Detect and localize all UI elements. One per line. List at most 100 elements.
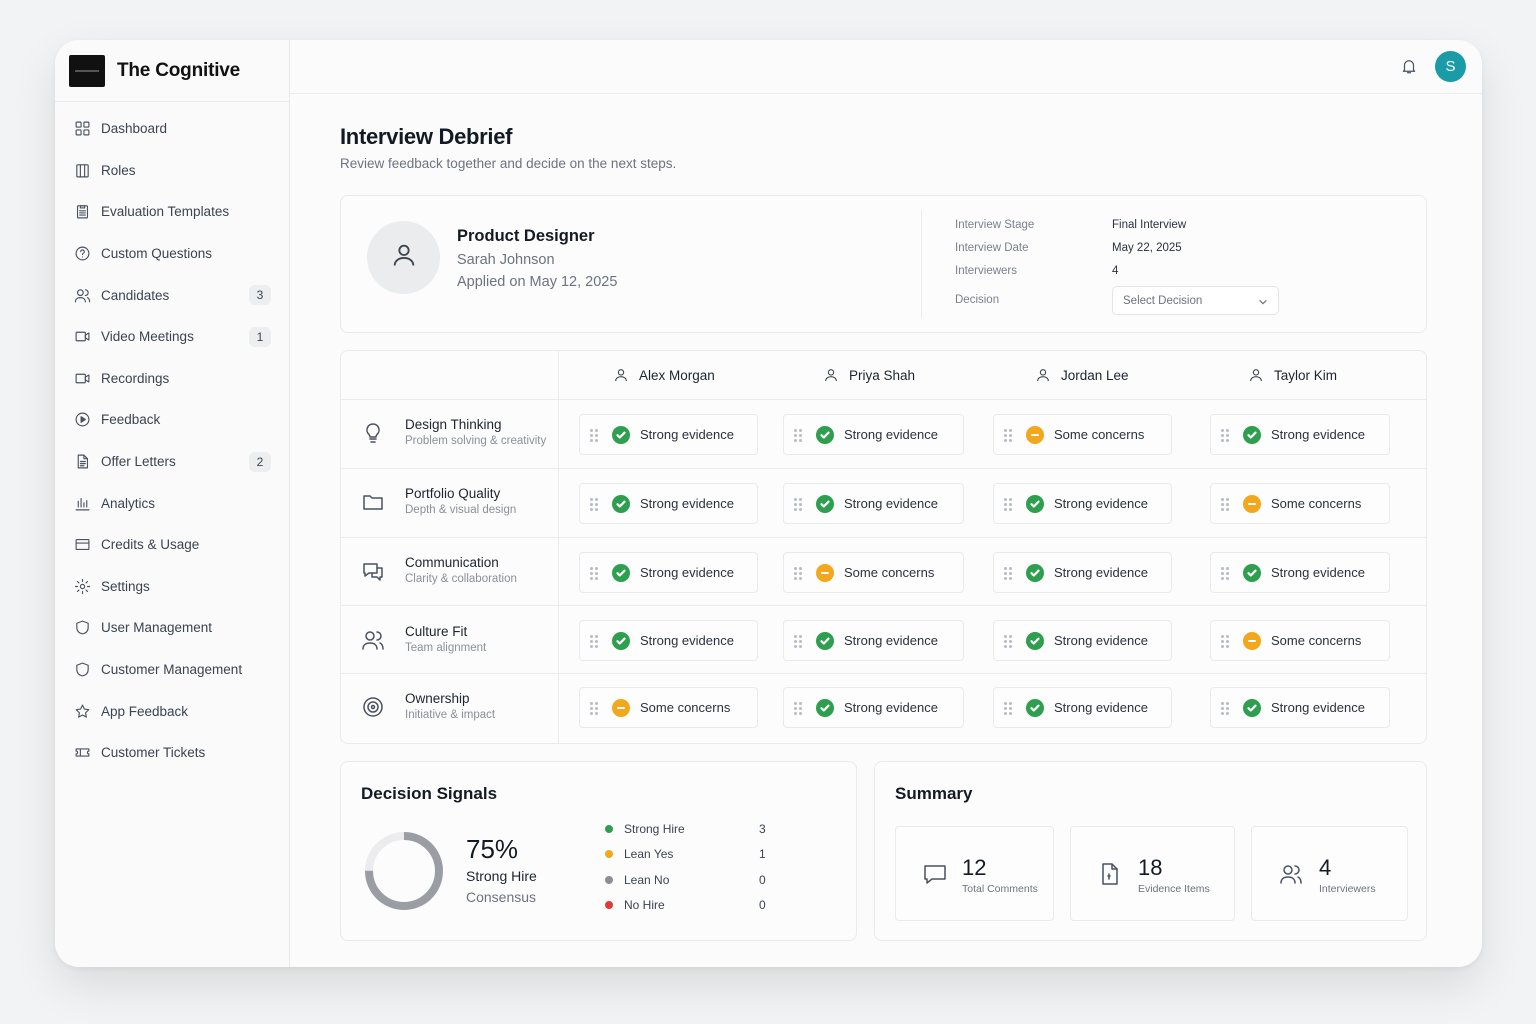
rating-cell[interactable]: Strong evidence bbox=[993, 552, 1172, 593]
sidebar-item-offer-letters[interactable]: Offer Letters 2 bbox=[55, 441, 289, 483]
rating-cell[interactable]: Strong evidence bbox=[993, 483, 1172, 524]
drag-handle-icon[interactable] bbox=[794, 566, 802, 580]
rating-cell[interactable]: Strong evidence bbox=[579, 620, 758, 661]
sidebar-item-dashboard[interactable]: Dashboard bbox=[55, 108, 289, 150]
count-badge: 1 bbox=[249, 326, 271, 347]
divider bbox=[341, 399, 1426, 400]
document-icon bbox=[73, 453, 91, 471]
drag-handle-icon[interactable] bbox=[794, 634, 802, 648]
drag-handle-icon[interactable] bbox=[1221, 634, 1229, 648]
check-icon bbox=[1243, 563, 1261, 582]
rating-cell[interactable]: Strong evidence bbox=[993, 620, 1172, 661]
interviewer-name: Jordan Lee bbox=[1061, 367, 1129, 383]
drag-handle-icon[interactable] bbox=[1004, 634, 1012, 648]
roles-icon bbox=[73, 161, 91, 179]
drag-handle-icon[interactable] bbox=[794, 428, 802, 442]
sidebar-item-analytics[interactable]: Analytics bbox=[55, 482, 289, 524]
stat-label: Interviewers bbox=[1319, 883, 1376, 895]
drag-handle-icon[interactable] bbox=[794, 701, 802, 715]
rating-cell[interactable]: Strong evidence bbox=[1210, 414, 1390, 455]
drag-handle-icon[interactable] bbox=[1004, 497, 1012, 511]
sidebar-item-video-meetings[interactable]: Video Meetings 1 bbox=[55, 316, 289, 358]
person-icon bbox=[825, 369, 837, 382]
criterion-subtitle: Team alignment bbox=[405, 642, 487, 654]
sidebar-item-label: Dashboard bbox=[101, 121, 168, 137]
drag-handle-icon[interactable] bbox=[590, 566, 598, 580]
rating-cell[interactable]: Strong evidence bbox=[1210, 552, 1390, 593]
sidebar-item-customer-management[interactable]: Customer Management bbox=[55, 649, 289, 691]
person-icon bbox=[1250, 369, 1262, 382]
sidebar-item-user-management[interactable]: User Management bbox=[55, 607, 289, 649]
check-icon bbox=[1243, 698, 1261, 717]
section-title: Decision Signals bbox=[361, 784, 498, 803]
rating-cell[interactable]: Strong evidence bbox=[579, 483, 758, 524]
drag-handle-icon[interactable] bbox=[1221, 428, 1229, 442]
sidebar-item-label: Custom Questions bbox=[101, 246, 213, 262]
rating-cell[interactable]: Strong evidence bbox=[783, 687, 964, 728]
sidebar-item-recordings[interactable]: Recordings bbox=[55, 358, 289, 400]
sidebar-item-custom-questions[interactable]: Custom Questions bbox=[55, 233, 289, 275]
rating-cell[interactable]: Strong evidence bbox=[783, 483, 964, 524]
sidebar-item-roles[interactable]: Roles bbox=[55, 150, 289, 192]
rating-cell[interactable]: Strong evidence bbox=[993, 687, 1172, 728]
drag-handle-icon[interactable] bbox=[590, 497, 598, 511]
drag-handle-icon[interactable] bbox=[1221, 497, 1229, 511]
drag-handle-icon[interactable] bbox=[794, 497, 802, 511]
drag-handle-icon[interactable] bbox=[590, 428, 598, 442]
bell-icon[interactable] bbox=[1400, 57, 1418, 75]
rating-cell[interactable]: Some concerns bbox=[1210, 620, 1390, 661]
sidebar-item-label: Recordings bbox=[101, 370, 170, 386]
check-icon bbox=[1026, 631, 1044, 650]
rating-label: Strong evidence bbox=[1054, 633, 1148, 648]
drag-handle-icon[interactable] bbox=[1004, 566, 1012, 580]
sidebar-item-candidates[interactable]: Candidates 3 bbox=[55, 274, 289, 316]
topbar: S bbox=[290, 40, 1482, 94]
rating-label: Strong evidence bbox=[844, 496, 938, 511]
drag-handle-icon[interactable] bbox=[1221, 701, 1229, 715]
drag-handle-icon[interactable] bbox=[1004, 428, 1012, 442]
rating-cell[interactable]: Some concerns bbox=[1210, 483, 1390, 524]
star-icon bbox=[73, 702, 91, 720]
rating-cell[interactable]: Some concerns bbox=[783, 552, 964, 593]
meta-value: Final Interview bbox=[1112, 219, 1187, 231]
count-badge: 2 bbox=[249, 451, 271, 472]
brand[interactable]: The Cognitive bbox=[55, 40, 289, 102]
rating-cell[interactable]: Strong evidence bbox=[579, 414, 758, 455]
divider bbox=[921, 210, 922, 318]
rating-cell[interactable]: Strong evidence bbox=[783, 620, 964, 661]
sidebar-item-credits-usage[interactable]: Credits & Usage bbox=[55, 524, 289, 566]
sidebar-item-app-feedback[interactable]: App Feedback bbox=[55, 690, 289, 732]
criterion: Communication Clarity & collaboration bbox=[359, 555, 517, 585]
decision-signals-card: Decision Signals 75% Strong Hire Consens… bbox=[340, 761, 857, 941]
user-avatar[interactable]: S bbox=[1435, 51, 1466, 82]
sidebar-item-label: Feedback bbox=[101, 412, 161, 428]
legend-label: Lean No bbox=[624, 873, 670, 887]
decision-select[interactable]: Select Decision bbox=[1112, 286, 1279, 315]
legend-item: Lean No bbox=[605, 873, 669, 887]
meta-value: 4 bbox=[1112, 265, 1119, 277]
candidate-avatar bbox=[367, 221, 440, 294]
sidebar-item-feedback[interactable]: Feedback bbox=[55, 399, 289, 441]
consensus-percent: 75% bbox=[466, 834, 519, 864]
page-title: Interview Debrief bbox=[340, 124, 513, 149]
check-icon bbox=[816, 698, 834, 717]
count-badge: 3 bbox=[249, 285, 271, 306]
sidebar-item-evaluation-templates[interactable]: Evaluation Templates bbox=[55, 191, 289, 233]
applied-date: Applied on May 12, 2025 bbox=[457, 274, 618, 290]
rating-cell[interactable]: Strong evidence bbox=[579, 552, 758, 593]
drag-handle-icon[interactable] bbox=[1221, 566, 1229, 580]
rating-cell[interactable]: Strong evidence bbox=[783, 414, 964, 455]
rating-cell[interactable]: Some concerns bbox=[579, 687, 758, 728]
sidebar-item-customer-tickets[interactable]: Customer Tickets bbox=[55, 732, 289, 774]
sidebar-item-settings[interactable]: Settings bbox=[55, 566, 289, 608]
criterion-subtitle: Problem solving & creativity bbox=[405, 435, 547, 447]
rating-cell[interactable]: Some concerns bbox=[993, 414, 1172, 455]
drag-handle-icon[interactable] bbox=[1004, 701, 1012, 715]
check-icon bbox=[816, 494, 834, 513]
drag-handle-icon[interactable] bbox=[590, 701, 598, 715]
legend-count: 1 bbox=[759, 847, 766, 861]
criterion: Design Thinking Problem solving & creativ… bbox=[359, 417, 546, 447]
rating-label: Strong evidence bbox=[844, 427, 938, 442]
rating-cell[interactable]: Strong evidence bbox=[1210, 687, 1390, 728]
drag-handle-icon[interactable] bbox=[590, 634, 598, 648]
